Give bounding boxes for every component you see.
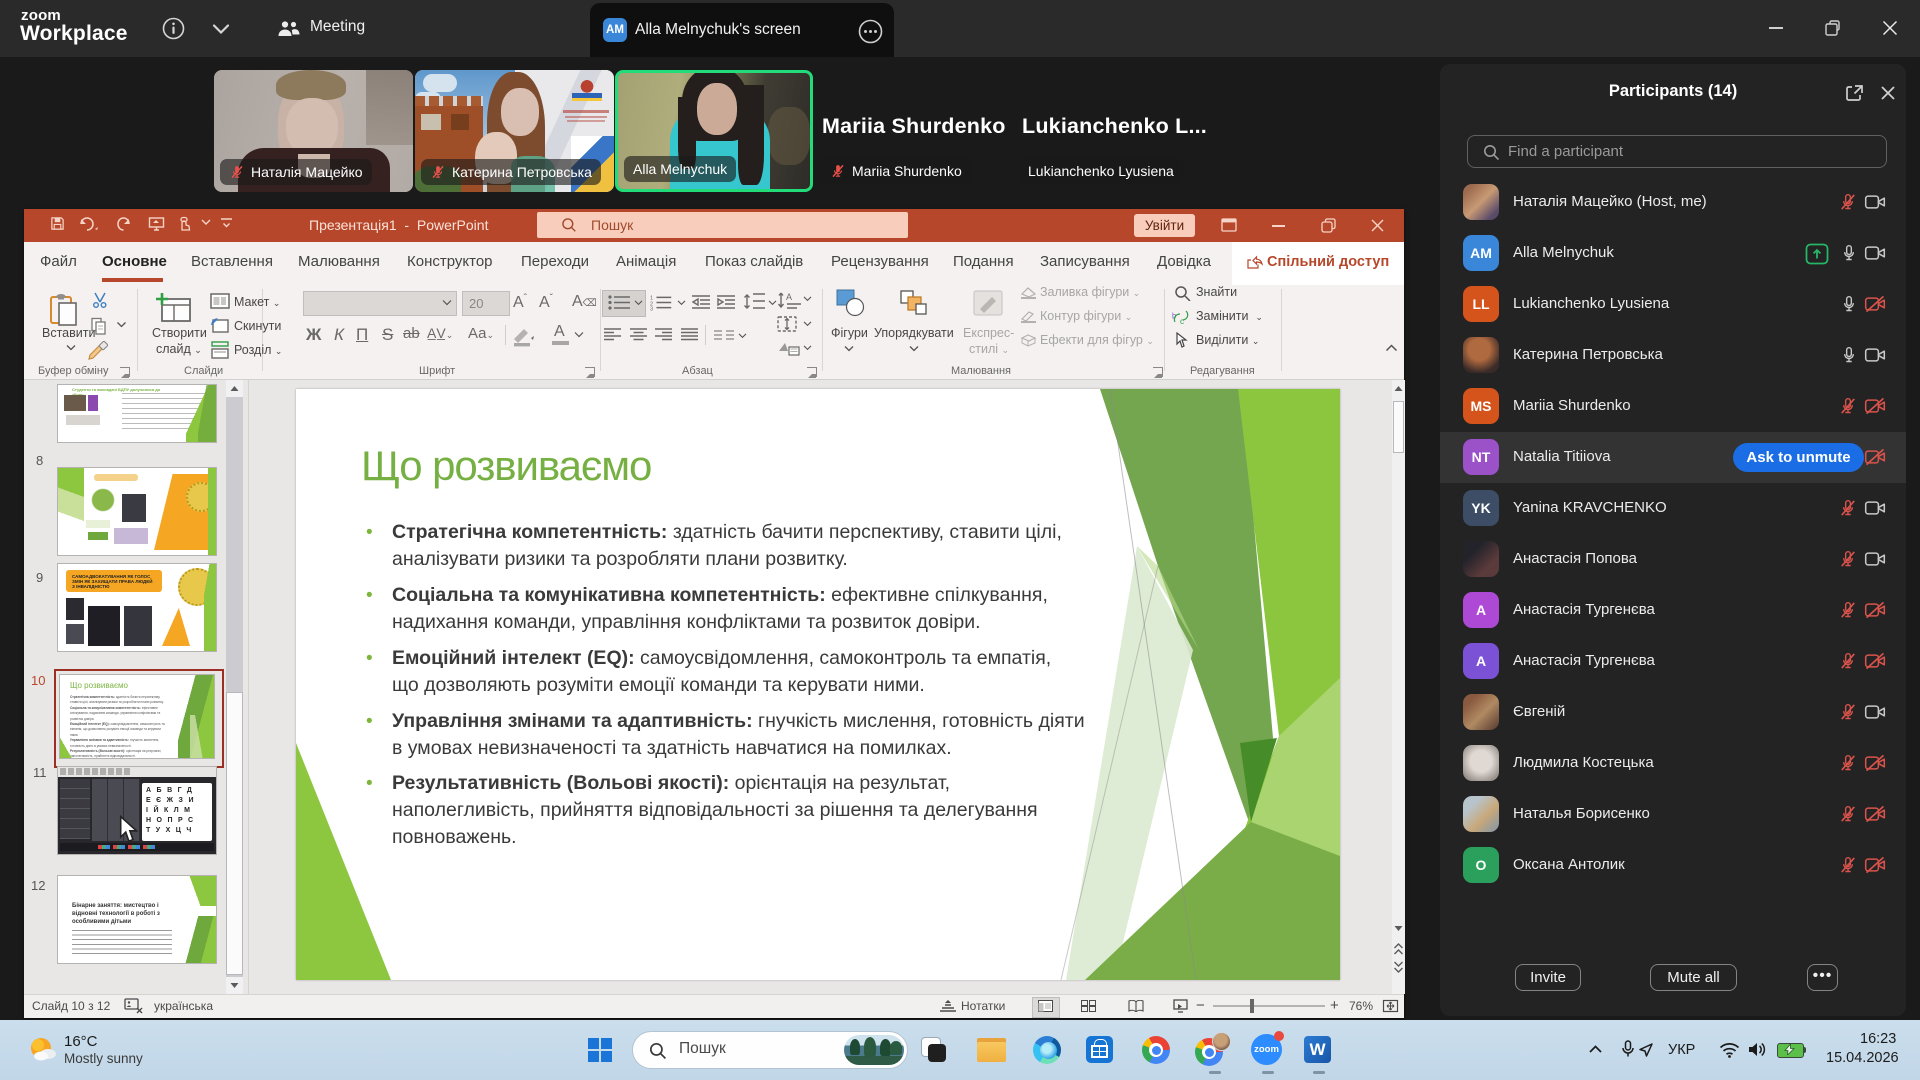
svg-text:3: 3: [650, 306, 653, 311]
svg-text:A: A: [786, 292, 792, 302]
svg-text:c: c: [1180, 317, 1184, 324]
